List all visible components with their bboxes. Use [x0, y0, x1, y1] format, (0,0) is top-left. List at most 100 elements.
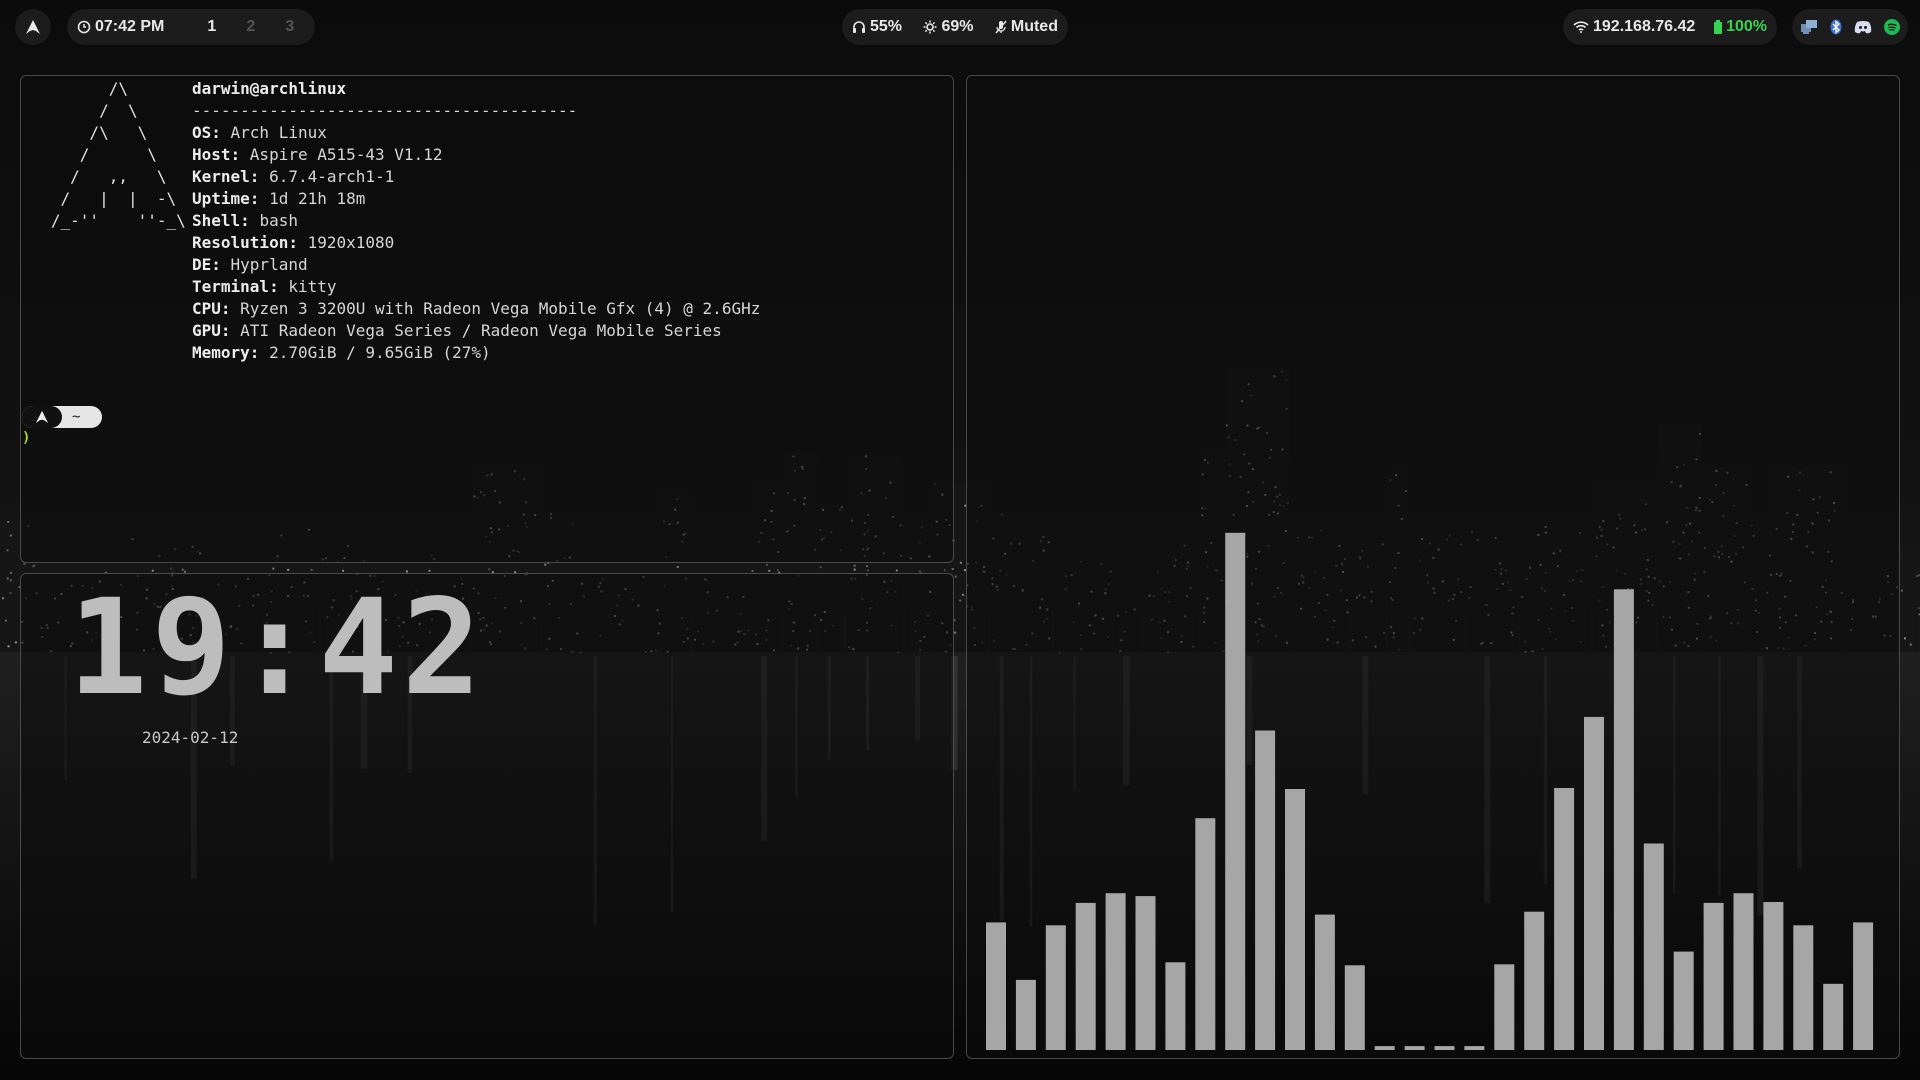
launcher-button[interactable] — [15, 9, 51, 45]
skyline-light — [776, 569, 779, 572]
network-battery-module: 192.168.76.42 100% — [1563, 9, 1777, 45]
skyline-light — [1900, 589, 1903, 592]
skyline-light — [1909, 643, 1912, 646]
visualizer-bar — [1793, 925, 1814, 1050]
prompt-cursor[interactable]: ) — [22, 430, 30, 446]
skyline-light — [866, 565, 869, 568]
discord-icon[interactable] — [1854, 20, 1872, 34]
spotify-icon[interactable] — [1884, 19, 1900, 35]
arch-ascii-logo: /\ / \ /\ \ / \ / ,, \ / | | -\ /_-'' ''… — [50, 79, 186, 230]
skyline-light — [959, 599, 962, 602]
ip-address: 192.168.76.42 — [1593, 18, 1696, 35]
bluetooth-icon[interactable] — [1830, 19, 1842, 35]
visualizer-bar — [1434, 1046, 1455, 1050]
visualizer-bar — [1314, 914, 1335, 1050]
clock-date: 2024-02-12 — [142, 728, 239, 747]
brightness-value: 69% — [941, 18, 974, 35]
visualizer-bar — [1165, 962, 1186, 1050]
visualizer-bar — [1733, 893, 1754, 1050]
info-row-memory: Memory: 2.70GiB / 9.65GiB (27%) — [192, 343, 491, 362]
visualizer-bar — [1613, 589, 1634, 1050]
brightness-control[interactable]: 69% — [923, 18, 973, 36]
visualizer-bar — [1584, 716, 1604, 1050]
battery-status[interactable]: 100% — [1714, 18, 1767, 36]
skyline-light — [943, 569, 946, 572]
clock-icon — [77, 20, 91, 34]
visualizer-bar — [1404, 1046, 1425, 1050]
prompt-arch-logo — [22, 406, 62, 428]
bar-clock[interactable]: 07:42 PM — [77, 18, 164, 36]
visualizer-bar — [1524, 911, 1545, 1050]
clock-workspaces-module: 07:42 PM 1 2 3 — [67, 9, 315, 45]
info-row-cpu: CPU: Ryzen 3 3200U with Radeon Vega Mobi… — [192, 299, 761, 318]
info-row-gpu: GPU: ATI Radeon Vega Series / Radeon Veg… — [192, 321, 722, 340]
skyline-light — [9, 592, 12, 595]
skyline-light — [32, 565, 35, 568]
skyline-light — [751, 569, 754, 572]
skyline-light — [765, 563, 768, 566]
visualizer-bar — [1045, 925, 1066, 1050]
microphone-status: Muted — [1010, 18, 1058, 35]
user-host: darwin@archlinux — [192, 79, 347, 98]
visualizer-bar — [1225, 532, 1246, 1050]
workspace-2[interactable]: 2 — [231, 18, 270, 36]
microphone-muted-icon — [995, 20, 1007, 34]
info-row-terminal: Terminal: kitty — [192, 277, 337, 296]
network-status[interactable]: 192.168.76.42 — [1573, 18, 1695, 36]
skyline-light — [853, 568, 856, 571]
skyline-light — [819, 566, 822, 569]
skyline-light — [10, 534, 13, 537]
skyline-light — [10, 571, 12, 574]
battery-icon — [1714, 20, 1723, 34]
visualizer-bar — [1643, 843, 1664, 1050]
skyline-light — [272, 567, 275, 570]
skyline-light — [488, 568, 491, 571]
workspace-1[interactable]: 1 — [192, 18, 231, 36]
separator-line: ---------------------------------------- — [192, 101, 578, 120]
big-clock-time: 19:42 — [68, 571, 486, 725]
skyline-light — [9, 579, 12, 582]
skyline-light — [7, 645, 10, 648]
visualizer-bar — [1344, 965, 1365, 1050]
skyline-light — [544, 563, 547, 566]
volume-value: 55% — [870, 18, 903, 35]
skyline-light — [6, 577, 9, 580]
skyline-building — [1913, 549, 1920, 652]
skyline-light — [954, 575, 957, 578]
arch-logo-icon — [26, 20, 40, 34]
skyline-light — [1904, 637, 1906, 640]
visualizer-bar — [1195, 818, 1216, 1050]
visualizer-bar — [1255, 730, 1276, 1050]
headphones-icon — [853, 21, 865, 33]
brightness-icon — [923, 20, 937, 34]
info-row-os: OS: Arch Linux — [192, 123, 327, 142]
info-row-host: Host: Aspire A515-43 V1.12 — [192, 145, 443, 164]
microphone-control[interactable]: Muted — [995, 18, 1058, 36]
system-tray — [1792, 9, 1908, 45]
visualizer-bar — [1823, 983, 1844, 1050]
skyline-light — [962, 593, 964, 596]
skyline-light — [866, 569, 869, 572]
visualizer-bar — [1554, 788, 1575, 1050]
shell-prompt: ~ — [22, 406, 102, 428]
workspace-3[interactable]: 3 — [270, 18, 309, 36]
skyline-light — [23, 562, 26, 565]
visualizer-bar — [1494, 964, 1515, 1050]
info-row-resolution: Resolution: 1920x1080 — [192, 233, 395, 252]
skyline-light — [951, 568, 954, 571]
skyline-light — [170, 567, 173, 570]
info-row-shell: Shell: bash — [192, 211, 298, 230]
visualizer-bar — [1075, 902, 1096, 1050]
network-manager-icon[interactable] — [1800, 19, 1818, 35]
skyline-light — [954, 631, 957, 634]
skyline-light — [6, 549, 9, 552]
skyline-light — [676, 566, 679, 568]
visualizer-bar — [1703, 902, 1724, 1050]
skyline-light — [4, 619, 7, 622]
audio-brightness-module: 55% 69% Muted — [842, 9, 1068, 45]
info-row-de: DE: Hyprland — [192, 255, 308, 274]
volume-control[interactable]: 55% — [852, 18, 902, 36]
skyline-light — [7, 521, 10, 523]
wifi-icon — [1573, 21, 1589, 33]
skyline-light — [853, 564, 856, 567]
